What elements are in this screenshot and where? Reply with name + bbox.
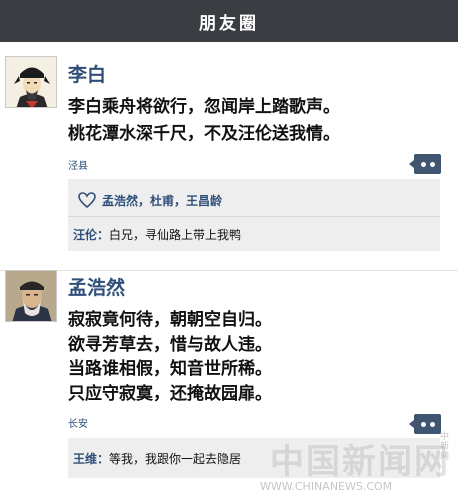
content-line: 桃花潭水深千尺，不及汪伦送我情。 — [68, 124, 340, 144]
content-line: 当路谁相假，知音世所稀。 — [68, 359, 272, 379]
interaction-box: 孟浩然，杜甫，王昌龄 汪伦：白兄，寻仙路上带上我鸭 — [68, 179, 440, 251]
post-content: 寂寂竟何待，朝朝空自归。 欲寻芳草去，惜与故人违。 当路谁相假，知音世所稀。 只… — [68, 308, 272, 406]
likes-row: 孟浩然，杜甫，王昌龄 — [78, 189, 222, 211]
watermark-cn: 中国新闻网 — [270, 442, 450, 482]
comment-author[interactable]: 王维： — [73, 452, 109, 466]
dot-icon — [420, 421, 426, 427]
post-content: 李白乘舟将欲行，忽闻岸上踏歌声。 桃花潭水深千尺，不及汪伦送我情。 — [68, 94, 340, 148]
comment-menu-button[interactable] — [409, 414, 441, 434]
watermark: 中国新闻网 WWW.CHINANEWS.COM 中新网 — [260, 432, 458, 500]
content-line: 李白乘舟将欲行，忽闻岸上踏歌声。 — [68, 97, 340, 117]
dot-icon — [429, 421, 435, 427]
watermark-en: WWW.CHINANEWS.COM — [260, 480, 393, 493]
watermark-side: 中新网 — [440, 432, 450, 462]
avatar[interactable] — [5, 270, 57, 322]
avatar[interactable] — [5, 56, 57, 108]
author-name[interactable]: 李白 — [68, 60, 106, 87]
location-label[interactable]: 长安 — [68, 415, 88, 430]
author-name[interactable]: 孟浩然 — [68, 273, 125, 300]
likes-list[interactable]: 孟浩然，杜甫，王昌龄 — [102, 192, 222, 209]
dot-icon — [429, 161, 435, 167]
location-label[interactable]: 泾县 — [68, 157, 88, 172]
comment-text: 等我，我跟你一起去隐居 — [109, 452, 242, 466]
comment-item[interactable]: 汪伦：白兄，寻仙路上带上我鸭 — [73, 226, 241, 243]
portrait-libai-icon — [6, 57, 56, 107]
divider — [68, 216, 440, 217]
page-title: 朋友圈 — [199, 13, 259, 34]
comment-menu-button[interactable] — [409, 154, 441, 174]
content-line: 只应守寂寞，还掩故园扉。 — [68, 383, 272, 404]
content-line: 寂寂竟何待，朝朝空自归。 — [68, 310, 272, 330]
header-bar: 朋友圈 — [0, 0, 458, 42]
heart-icon — [78, 192, 96, 208]
comment-text: 白兄，寻仙路上带上我鸭 — [109, 228, 242, 242]
dot-icon — [420, 161, 426, 167]
portrait-menghaoran-icon — [6, 271, 56, 321]
comment-author[interactable]: 汪伦： — [73, 228, 109, 242]
content-line: 欲寻芳草去，惜与故人违。 — [68, 334, 272, 355]
moment-post: 李白 李白乘舟将欲行，忽闻岸上踏歌声。 桃花潭水深千尺，不及汪伦送我情。 泾县 … — [0, 42, 458, 271]
comment-item[interactable]: 王维：等我，我跟你一起去隐居 — [73, 450, 241, 467]
